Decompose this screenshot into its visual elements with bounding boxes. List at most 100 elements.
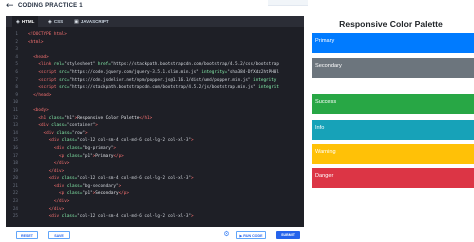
- code-token: </div>: [53, 161, 70, 167]
- code-line[interactable]: 19 </div>: [6, 168, 304, 176]
- code-token: "https://stackpath.bootstrapcdn.com/boot…: [69, 85, 259, 91]
- code-line[interactable]: 16 <div class="bg-primary">: [6, 145, 304, 153]
- code-token: >: [191, 214, 194, 220]
- code-token: integrity=: [201, 69, 228, 75]
- code-token: "bg-primary": [82, 145, 114, 151]
- code-token: <div: [48, 214, 62, 220]
- code-line[interactable]: 3: [6, 46, 304, 54]
- code-text: <p class="p1">Secondary</p>: [28, 190, 129, 198]
- code-token: >: [95, 123, 98, 129]
- code-line[interactable]: 23 </div>: [6, 198, 304, 206]
- top-strip: [268, 0, 308, 6]
- code-line[interactable]: 14 <div class="row">: [6, 130, 304, 138]
- code-token: class=: [61, 138, 78, 144]
- code-line[interactable]: 15 <div class="col-12 col-sm-4 col-md-6 …: [6, 137, 304, 145]
- code-line[interactable]: 1 <!DOCTYPE html>: [6, 31, 304, 39]
- line-number: 12: [12, 115, 18, 121]
- code-token: "stylesheet": [64, 62, 98, 68]
- arrow-left-icon[interactable]: ←: [6, 2, 14, 11]
- code-text: <html>: [28, 39, 44, 47]
- top-bar: ← CODING PRACTICE 1: [0, 0, 474, 14]
- gear-icon[interactable]: ⚙: [222, 230, 231, 239]
- output-preview: Responsive Color Palette Primary Seconda…: [308, 16, 474, 227]
- code-text: </div>: [28, 160, 70, 168]
- line-number: 24: [12, 206, 18, 212]
- line-number: 25: [12, 214, 18, 220]
- code-token: </p>: [118, 191, 129, 197]
- code-token: "col-12 col-sm-4 col-md-6 col-lg-2 col-x…: [77, 176, 191, 182]
- code-line[interactable]: 18 </div>: [6, 160, 304, 168]
- code-token: >: [113, 145, 116, 151]
- tab-css[interactable]: ◈ CSS: [44, 16, 67, 27]
- code-text: <script src="https://cdn.jsdelivr.net/np…: [28, 77, 276, 85]
- code-line[interactable]: 10: [6, 99, 304, 107]
- code-token: <script: [38, 77, 60, 83]
- reset-button[interactable]: RESET: [16, 231, 38, 239]
- code-token: </div>: [48, 168, 65, 174]
- code-token: class=: [66, 153, 83, 159]
- tab-javascript[interactable]: ▣ JAVASCRIPT: [70, 16, 113, 27]
- code-line[interactable]: 13 <div class="container">: [6, 122, 304, 130]
- code-line[interactable]: 21 <div class="bg-secondary">: [6, 183, 304, 191]
- code-text: <div class="col-12 col-sm-4 col-md-6 col…: [28, 175, 194, 183]
- code-line[interactable]: 17 <p class="p1">Primary</p>: [6, 153, 304, 161]
- code-token: Secondary: [95, 191, 119, 197]
- code-line[interactable]: 8 <script src="https://stackpath.bootstr…: [6, 84, 304, 92]
- code-line[interactable]: 4 <head>: [6, 54, 304, 62]
- code-token: <head>: [33, 54, 49, 60]
- code-text: </div>: [28, 198, 70, 206]
- code-token: <div: [53, 145, 67, 151]
- code-line[interactable]: 12 <h1 class="h1">Responsive Color Palet…: [6, 115, 304, 123]
- save-button[interactable]: SAVE: [48, 231, 70, 239]
- code-area[interactable]: 1 <!DOCTYPE html> 2 <html> 3 4 <head> 5 <link …: [6, 31, 304, 221]
- line-number: 2: [15, 39, 18, 45]
- code-line[interactable]: 11 <body>: [6, 107, 304, 115]
- code-token: <h1: [38, 115, 49, 121]
- color-box-label: Success: [315, 99, 337, 105]
- code-text: <body>: [28, 107, 49, 115]
- tab-html[interactable]: ◈ HTML: [12, 16, 39, 27]
- code-token: <html>: [28, 39, 44, 45]
- code-token: class=: [61, 176, 78, 182]
- code-line[interactable]: 6 <script src="https://code.jquery.com/j…: [6, 69, 304, 77]
- code-token: class=: [61, 214, 78, 220]
- code-line[interactable]: 20 <div class="col-12 col-sm-4 col-md-6 …: [6, 175, 304, 183]
- code-line[interactable]: 24 </div>: [6, 206, 304, 214]
- code-line[interactable]: 25 <div class="col-12 col-sm-4 col-md-6 …: [6, 213, 304, 221]
- line-number: 19: [12, 168, 18, 174]
- code-token: <div: [53, 183, 67, 189]
- code-text: <script src="https://code.jquery.com/jqu…: [28, 69, 279, 77]
- line-number: 3: [15, 47, 18, 53]
- code-token: class=: [66, 191, 83, 197]
- code-line[interactable]: 2 <html>: [6, 39, 304, 47]
- code-text: <div class="bg-primary">: [28, 145, 116, 153]
- code-line[interactable]: 5 <link rel="stylesheet" href="https://s…: [6, 61, 304, 69]
- line-number: 1: [15, 32, 18, 37]
- code-token: "sha384-DfXdz2htPH0l: [227, 69, 279, 75]
- line-number: 7: [15, 77, 18, 83]
- code-text: <link rel="stylesheet" href="https://sta…: [28, 61, 279, 69]
- code-token: </h1>: [139, 115, 153, 121]
- code-token: integrit: [258, 85, 279, 91]
- code-token: integrity: [253, 77, 277, 83]
- code-line[interactable]: 9 </head>: [6, 92, 304, 100]
- code-text: <div class="bg-secondary">: [28, 183, 121, 191]
- code-editor[interactable]: ◈ HTML ◈ CSS ▣ JAVASCRIPT 1 <!DOCTYPE htm…: [6, 16, 304, 227]
- line-number: 16: [12, 145, 18, 151]
- play-icon: ▶: [239, 234, 243, 238]
- code-line[interactable]: 22 <p class="p1">Secondary</p>: [6, 190, 304, 198]
- tab-css-label: CSS: [53, 19, 64, 24]
- line-number: 10: [12, 100, 18, 106]
- submit-button[interactable]: SUBMIT: [276, 231, 300, 239]
- code-token: <div: [43, 130, 57, 136]
- run-code-button[interactable]: ▶ RUN CODE: [236, 231, 266, 239]
- course-title: CODING PRACTICE 1: [18, 3, 83, 9]
- color-box-label: Warning: [315, 149, 336, 155]
- code-token: <script: [38, 69, 60, 75]
- code-line[interactable]: 7 <script src="https://cdn.jsdelivr.net/…: [6, 77, 304, 85]
